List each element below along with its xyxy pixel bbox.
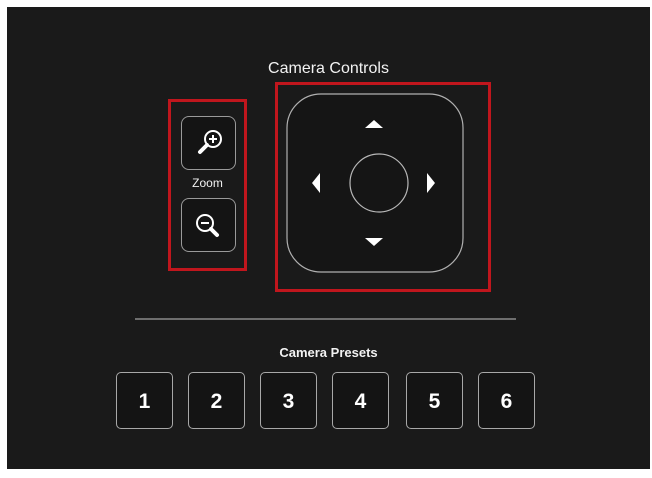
camera-controls-title: Camera Controls [268, 60, 389, 77]
camera-control-panel: Camera Controls Zoom Camera Presets 1 2 … [7, 7, 650, 469]
pan-tilt-control-group [275, 82, 491, 292]
zoom-out-button[interactable] [181, 198, 236, 252]
zoom-in-button[interactable] [181, 116, 236, 170]
zoom-out-magnifier-icon [196, 214, 219, 237]
camera-presets-title: Camera Presets [279, 345, 378, 360]
center-home-button[interactable] [350, 154, 408, 212]
zoom-in-magnifier-icon [198, 130, 222, 154]
pan-down-button[interactable] [354, 225, 394, 261]
pan-up-button[interactable] [354, 107, 394, 143]
pan-left-button[interactable] [300, 163, 336, 203]
preset-button-1[interactable]: 1 [116, 372, 173, 429]
zoom-control-group: Zoom [168, 99, 247, 271]
pan-right-button[interactable] [412, 163, 448, 203]
preset-button-4[interactable]: 4 [332, 372, 389, 429]
preset-button-5[interactable]: 5 [406, 372, 463, 429]
preset-button-2[interactable]: 2 [188, 372, 245, 429]
zoom-label: Zoom [192, 176, 223, 190]
preset-button-3[interactable]: 3 [260, 372, 317, 429]
section-divider [135, 318, 516, 320]
preset-button-6[interactable]: 6 [478, 372, 535, 429]
